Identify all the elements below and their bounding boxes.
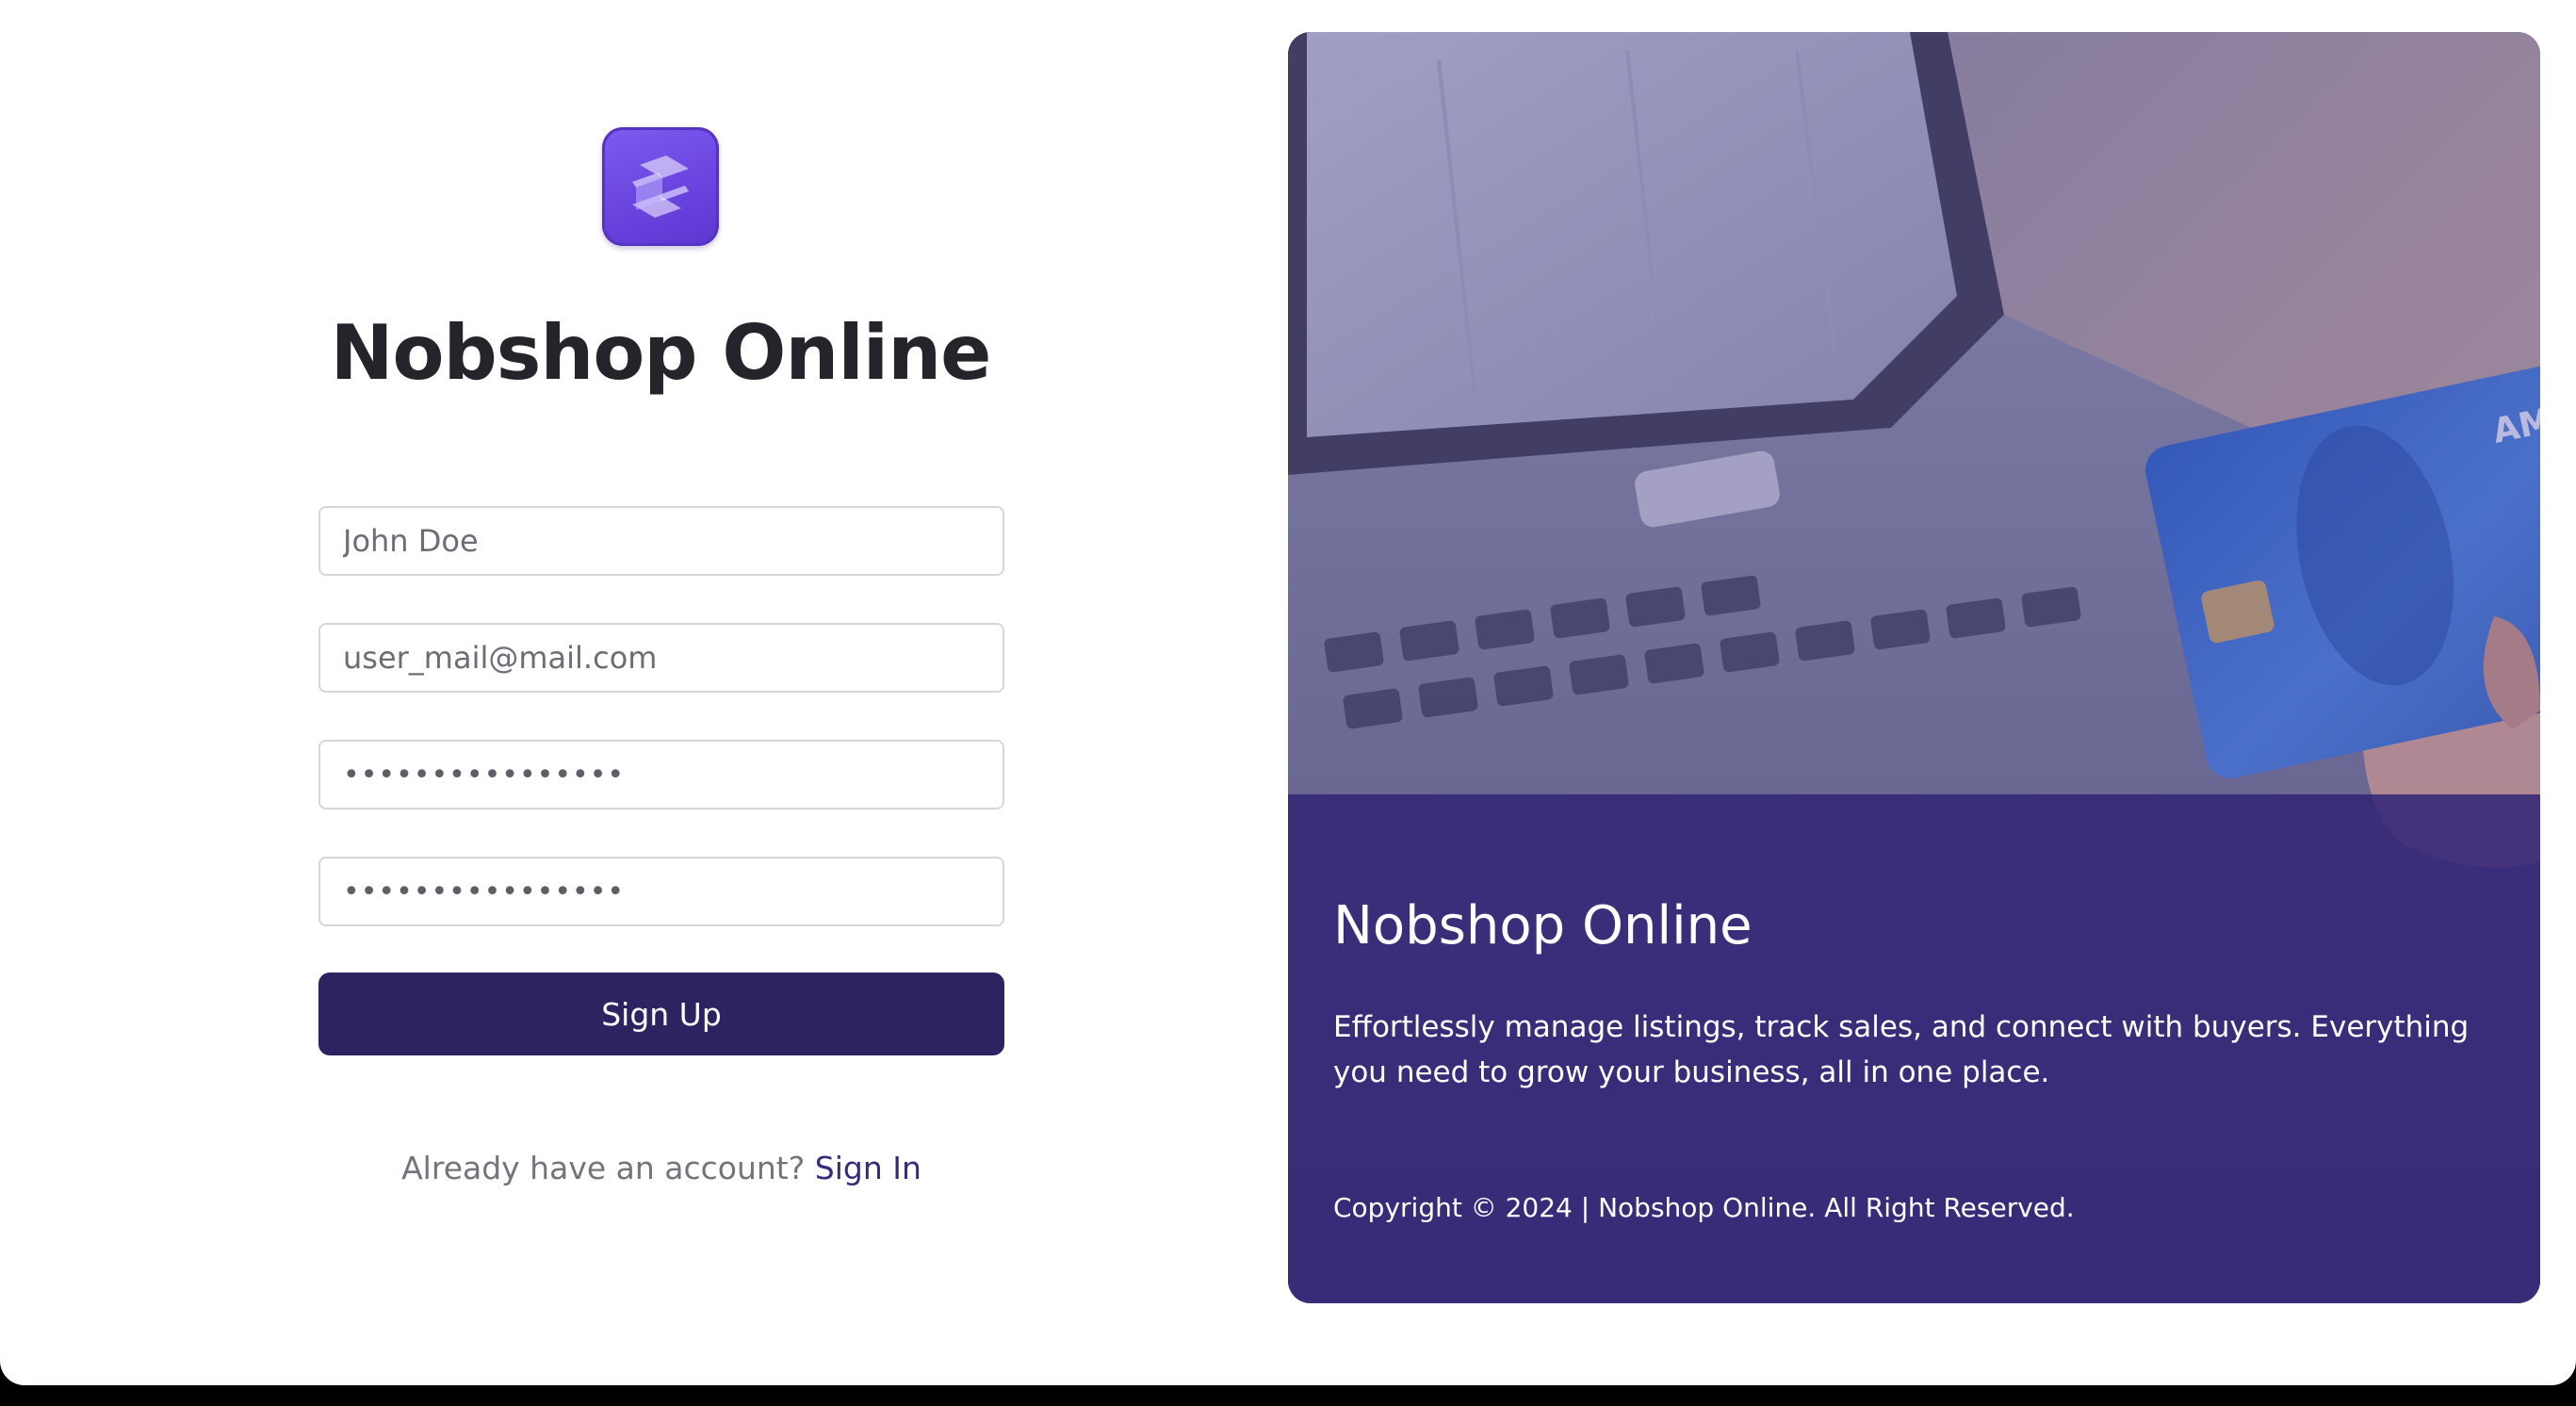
signup-form-column: Nobshop Online Sign Up Already have an a… [0, 0, 1287, 1385]
hero-image-overlay [1288, 32, 2540, 794]
password-input[interactable] [318, 740, 1004, 809]
brand-logo-icon [602, 127, 719, 246]
hero-panel: AMERICAN EXPRESS Nobshop Online Effortle… [1288, 32, 2540, 1303]
full-name-input[interactable] [318, 506, 1004, 576]
page-title: Nobshop Online [330, 309, 992, 397]
copyright-text: Copyright © 2024 | Nobshop Online. All R… [1333, 1192, 2075, 1223]
signup-page: Nobshop Online Sign Up Already have an a… [0, 0, 2576, 1385]
email-input[interactable] [318, 623, 1004, 693]
sign-in-link[interactable]: Sign In [815, 1150, 921, 1186]
signin-prompt-text: Already have an account? [401, 1150, 806, 1186]
hero-title: Nobshop Online [1333, 895, 1753, 956]
signin-prompt: Already have an account? Sign In [318, 1146, 1004, 1191]
hero-description: Effortlessly manage listings, track sale… [1333, 1010, 2470, 1089]
sign-up-button[interactable]: Sign Up [318, 973, 1004, 1055]
confirm-password-input[interactable] [318, 857, 1004, 926]
